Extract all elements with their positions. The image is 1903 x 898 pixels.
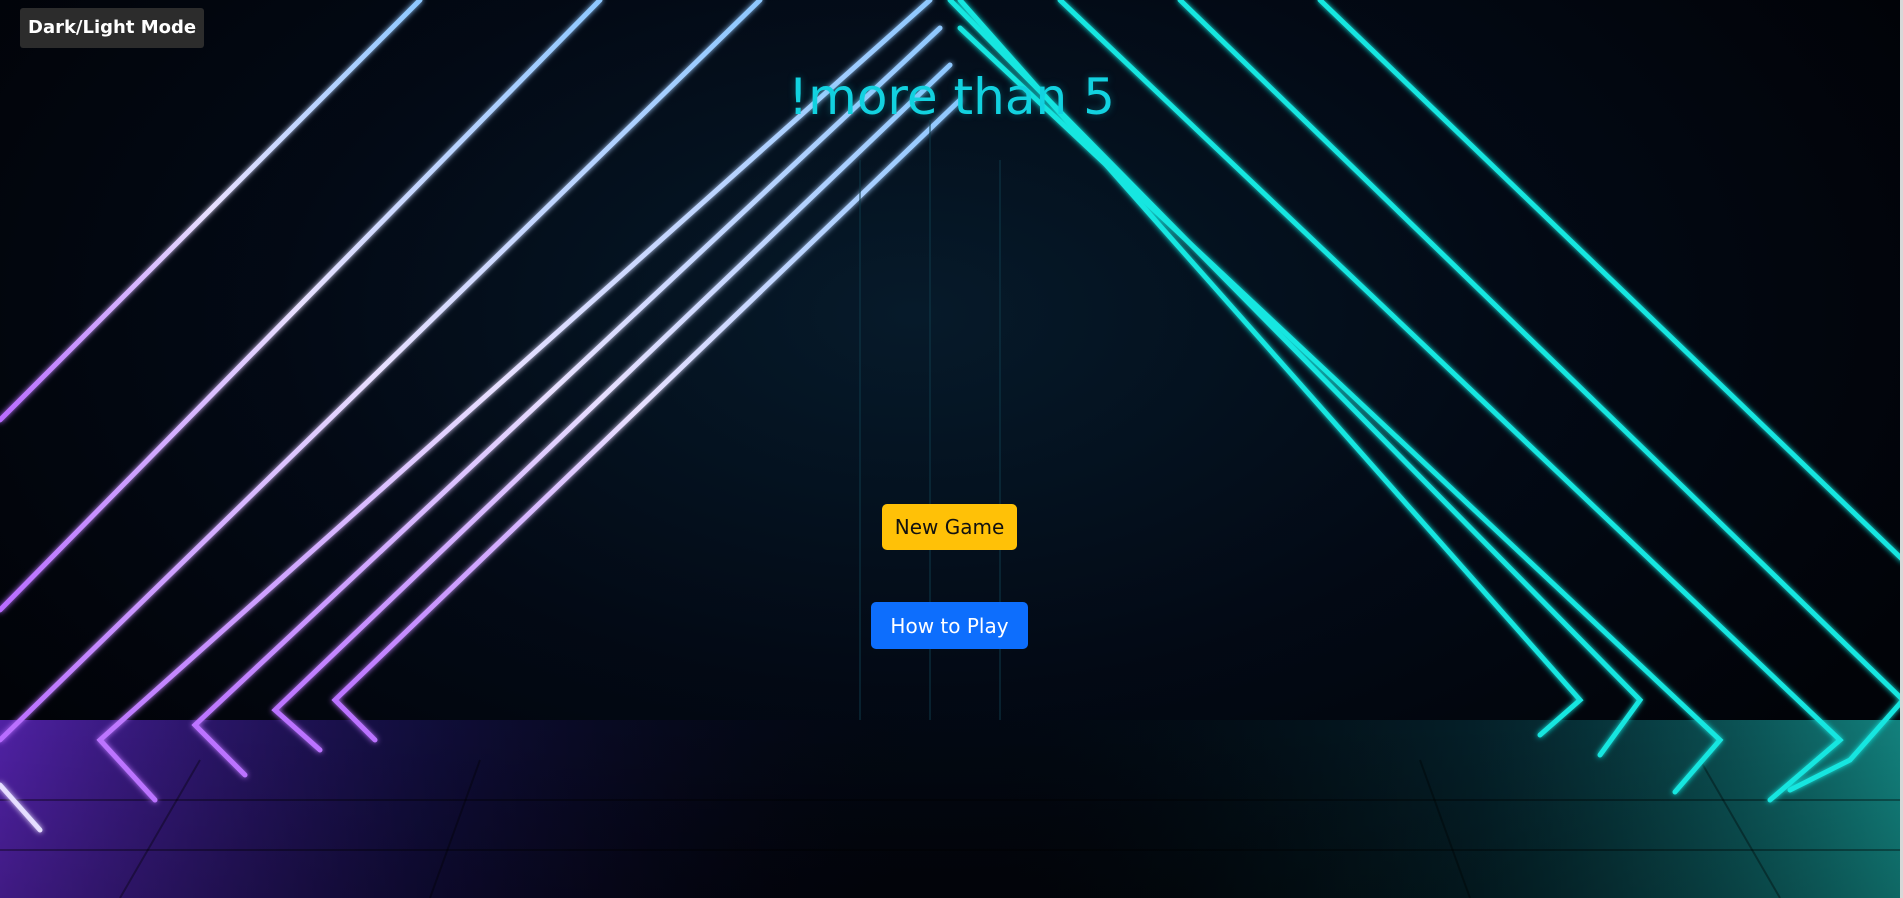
how-to-play-button[interactable]: How to Play bbox=[871, 602, 1028, 649]
page-title: !more than 5 bbox=[788, 68, 1115, 126]
dark-light-mode-toggle-button[interactable]: Dark/Light Mode bbox=[20, 8, 205, 48]
neon-tunnel-background bbox=[0, 0, 1903, 898]
game-start-screen: Dark/Light Mode !more than 5 New Game Ho… bbox=[0, 0, 1903, 898]
new-game-button[interactable]: New Game bbox=[882, 504, 1017, 550]
